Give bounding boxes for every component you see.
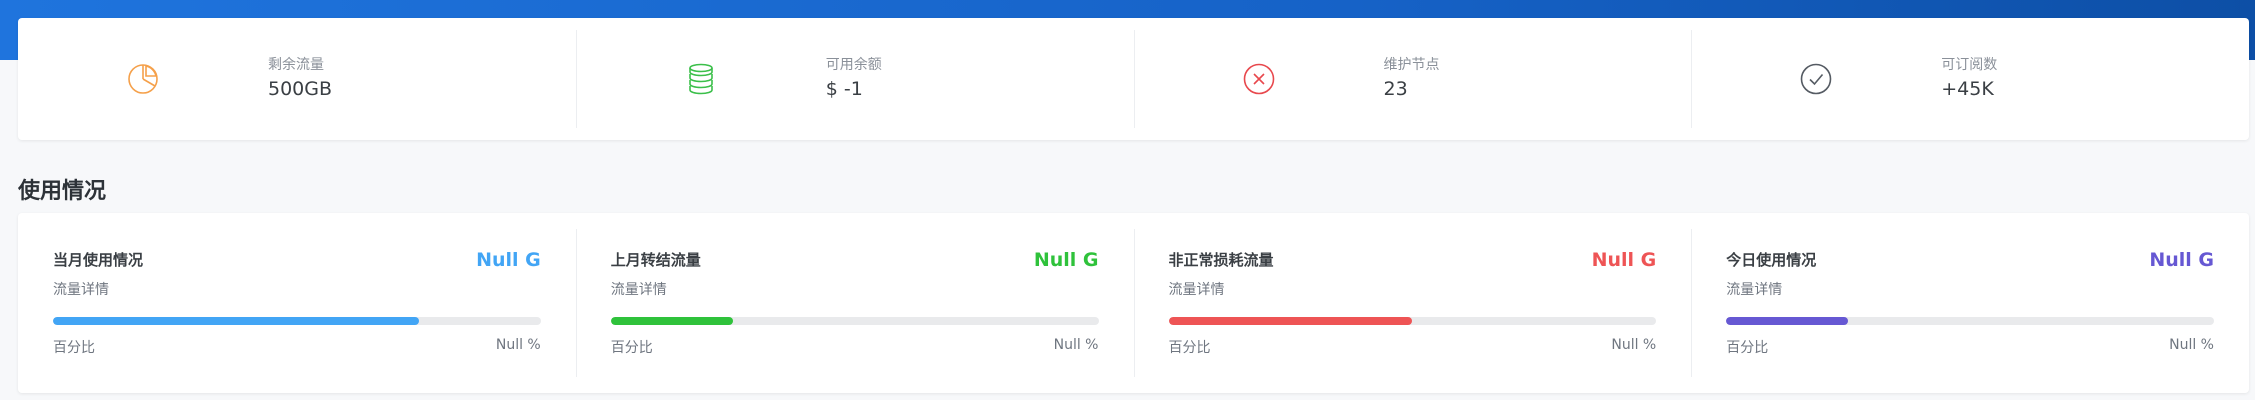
stat-value: +45K [1941, 78, 1994, 100]
stat-subscriptions: 可订阅数 +45K [1691, 18, 2249, 140]
section-title: 使用情况 [18, 179, 107, 204]
usage-title: 非正常损耗流量 [1168, 251, 1274, 269]
stat-label: 剩余流量 [268, 57, 324, 73]
usage-monthly: 当月使用情况 Null G 流量详情 百分比 Null % [18, 213, 576, 393]
usage-subtitle: 流量详情 [53, 282, 109, 298]
percent-label: 百分比 [53, 340, 95, 356]
progress-track [53, 317, 541, 325]
progress-fill [610, 317, 733, 325]
pie-chart-icon [126, 62, 160, 96]
coins-icon [684, 62, 718, 96]
stats-card: 剩余流量 500GB 可用余额 $ -1 维护节点 23 可订阅数 +45K [18, 18, 2249, 140]
usage-title: 今日使用情况 [1726, 251, 1817, 269]
percent-value: Null % [2169, 337, 2214, 353]
usage-abnormal-loss: 非正常损耗流量 Null G 流量详情 百分比 Null % [1133, 213, 1692, 393]
usage-card: 当月使用情况 Null G 流量详情 百分比 Null % 上月转结流量 Nul… [18, 213, 2249, 393]
progress-track [610, 317, 1099, 325]
percent-label: 百分比 [1168, 340, 1211, 356]
percent-value: Null % [495, 337, 541, 353]
stat-value: 500GB [268, 78, 333, 100]
usage-today: 今日使用情况 Null G 流量详情 百分比 Null % [1691, 213, 2249, 393]
usage-amount: Null G [2149, 249, 2214, 271]
percent-value: Null % [1053, 337, 1099, 353]
stat-label: 可订阅数 [1941, 57, 1998, 73]
check-circle-icon [1799, 62, 1833, 96]
stat-label: 维护节点 [1383, 57, 1440, 73]
percent-label: 百分比 [610, 340, 653, 356]
stat-maintenance-nodes: 维护节点 23 [1133, 18, 1692, 140]
usage-title: 上月转结流量 [610, 251, 701, 269]
usage-amount: Null G [1033, 249, 1099, 271]
percent-label: 百分比 [1726, 340, 1769, 356]
usage-subtitle: 流量详情 [1168, 282, 1225, 298]
percent-value: Null % [1611, 337, 1657, 353]
progress-fill [1726, 317, 1849, 325]
stat-value: 23 [1383, 78, 1408, 100]
close-circle-icon [1242, 62, 1276, 96]
usage-title: 当月使用情况 [53, 251, 144, 269]
stat-value: $ -1 [825, 78, 863, 100]
progress-track [1168, 317, 1657, 325]
usage-last-month-carryover: 上月转结流量 Null G 流量详情 百分比 Null % [575, 213, 1134, 393]
stat-remaining-traffic: 剩余流量 500GB [18, 18, 576, 140]
usage-subtitle: 流量详情 [1726, 282, 1783, 298]
stat-available-balance: 可用余额 $ -1 [575, 18, 1134, 140]
usage-amount: Null G [476, 249, 541, 271]
stat-label: 可用余额 [825, 57, 882, 73]
progress-fill [53, 317, 419, 325]
progress-track [1726, 317, 2214, 325]
progress-fill [1168, 317, 1413, 325]
usage-subtitle: 流量详情 [610, 282, 667, 298]
usage-amount: Null G [1591, 249, 1657, 271]
